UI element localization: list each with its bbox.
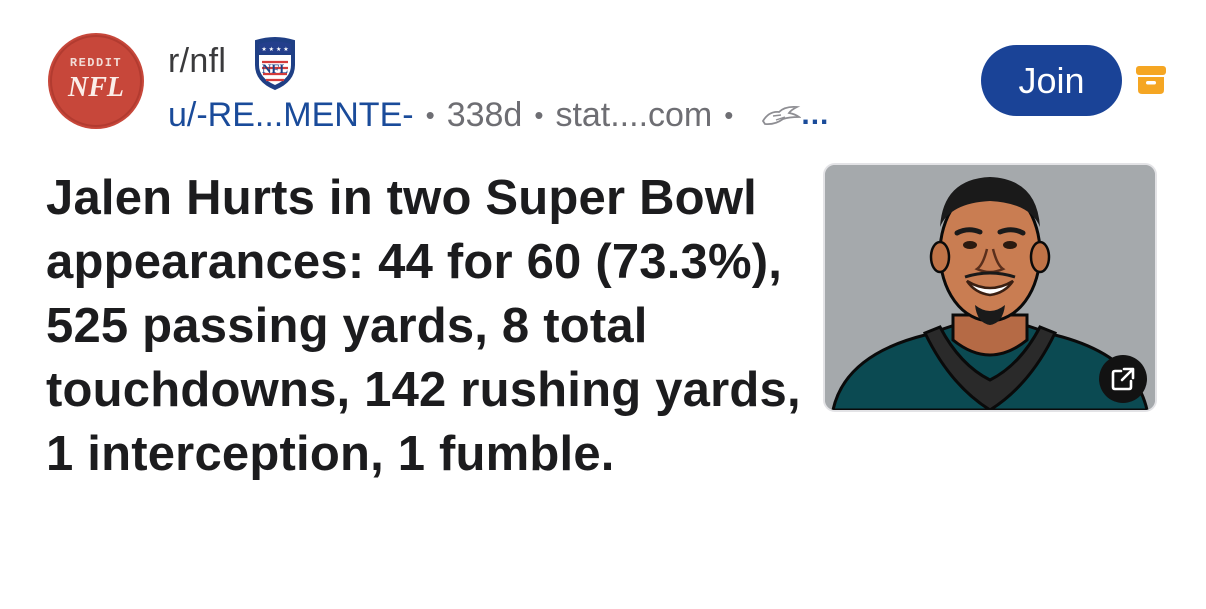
archive-icon (1136, 66, 1166, 94)
join-button[interactable]: Join (981, 45, 1122, 116)
separator-dot: • (534, 99, 544, 130)
nfl-shield-icon: ★ ★ ★ ★ NFL (255, 37, 296, 91)
flair-more[interactable]: ... (801, 98, 829, 132)
external-link-icon (1111, 367, 1135, 391)
subreddit-row: r/nfl ★ ★ ★ ★ NFL (168, 37, 298, 91)
separator-dot: • (724, 99, 734, 130)
separator-dot: • (425, 99, 435, 130)
author-link[interactable]: u/-RE...MENTE- (168, 96, 414, 135)
post-age: 338d (446, 95, 523, 134)
link-thumbnail[interactable] (823, 163, 1157, 412)
avatar-line1: REDDIT (70, 56, 122, 70)
reddit-nfl-logo: REDDIT NFL (48, 33, 144, 129)
post-title[interactable]: Jalen Hurts in two Super Bowl appearance… (46, 166, 806, 486)
subreddit-name[interactable]: r/nfl (168, 42, 226, 81)
shield-text: NFL (262, 61, 288, 76)
post-meta: u/-RE...MENTE- • 338d • stat....com • ..… (168, 93, 829, 137)
eagles-icon (762, 105, 802, 126)
avatar-line2: NFL (67, 72, 124, 103)
external-link-button[interactable] (1099, 355, 1147, 403)
svg-text:★ ★ ★ ★: ★ ★ ★ ★ (262, 46, 289, 53)
subreddit-avatar[interactable]: REDDIT NFL (48, 33, 144, 129)
link-domain[interactable]: stat....com (555, 96, 712, 135)
